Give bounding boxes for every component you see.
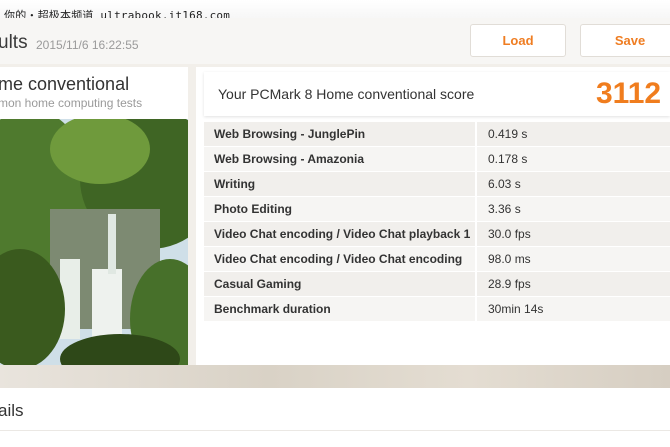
save-button[interactable]: Save [580, 24, 670, 57]
section-divider [0, 365, 670, 388]
result-name: Video Chat encoding / Video Chat playbac… [204, 222, 477, 246]
score-card: Your PCMark 8 Home conventional score 31… [196, 67, 670, 365]
result-value: 98.0 ms [477, 247, 670, 271]
result-value: 28.9 fps [477, 272, 670, 296]
result-name: Web Browsing - JunglePin [204, 122, 477, 146]
results-table: Web Browsing - JunglePin 0.419 s Web Bro… [204, 122, 670, 322]
benchmark-image [0, 119, 188, 365]
benchmark-card: me conventional mon home computing tests [0, 67, 188, 365]
result-name: Casual Gaming [204, 272, 477, 296]
result-name: Writing [204, 172, 477, 196]
result-name: Video Chat encoding / Video Chat encodin… [204, 247, 477, 271]
table-row: Casual Gaming 28.9 fps [204, 272, 670, 297]
benchmark-title: me conventional [0, 74, 130, 94]
table-row: Video Chat encoding / Video Chat encodin… [204, 247, 670, 272]
table-row: Video Chat encoding / Video Chat playbac… [204, 222, 670, 247]
result-timestamp: 2015/11/6 16:22:55 [36, 38, 139, 52]
score-summary: Your PCMark 8 Home conventional score 31… [204, 72, 670, 116]
result-value: 0.178 s [477, 147, 670, 171]
result-name: Web Browsing - Amazonia [204, 147, 477, 171]
score-label: Your PCMark 8 Home conventional score [218, 86, 475, 102]
benchmark-subtitle: mon home computing tests [0, 96, 143, 110]
result-value: 30min 14s [477, 297, 670, 321]
details-section: ails [0, 388, 670, 447]
table-row: Web Browsing - Amazonia 0.178 s [204, 147, 670, 172]
table-row: Benchmark duration 30min 14s [204, 297, 670, 322]
result-value: 0.419 s [477, 122, 670, 146]
score-value: 3112 [596, 77, 662, 110]
details-title: ails [0, 401, 24, 420]
divider [0, 430, 670, 431]
result-value: 30.0 fps [477, 222, 670, 246]
load-button[interactable]: Load [470, 24, 566, 57]
result-value: 3.36 s [477, 197, 670, 221]
result-value: 6.03 s [477, 172, 670, 196]
result-name: Benchmark duration [204, 297, 477, 321]
page-title: ults [0, 32, 28, 53]
result-name: Photo Editing [204, 197, 477, 221]
table-row: Writing 6.03 s [204, 172, 670, 197]
table-row: Web Browsing - JunglePin 0.419 s [204, 122, 670, 147]
table-row: Photo Editing 3.36 s [204, 197, 670, 222]
